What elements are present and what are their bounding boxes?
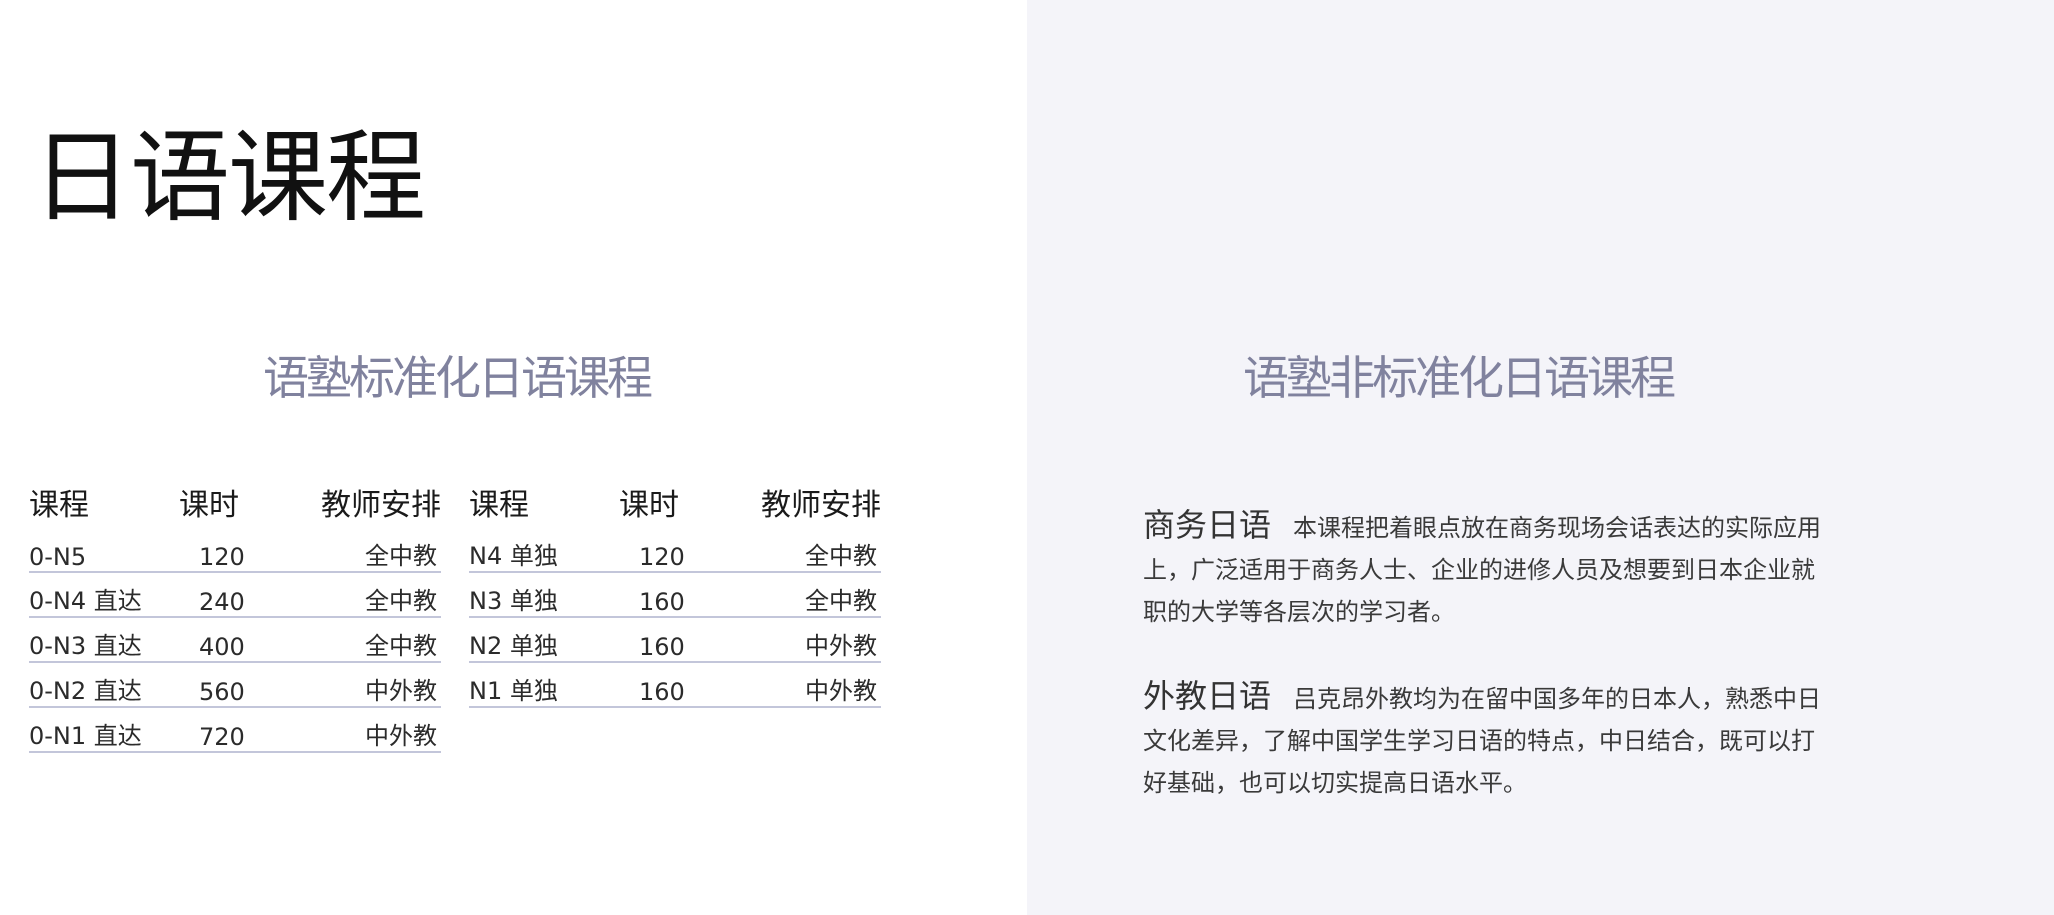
course-name: 0-N2 直达 (29, 662, 179, 708)
table-row: 0-N2 直达 560 中外教 (29, 662, 441, 708)
course-hours: 400 (179, 617, 309, 663)
course-table-single: 课程 课时 教师安排 N4 单独 120 全中教 N3 单独 160 全中教 N… (469, 480, 881, 708)
column-header-course: 课程 (29, 488, 89, 523)
course-name: 0-N1 直达 (29, 707, 179, 753)
course-table-direct: 课程 课时 教师安排 0-N5 120 全中教 0-N4 直达 240 全中教 … (29, 480, 441, 753)
table-row: N3 单独 160 全中教 (469, 572, 881, 618)
native-teacher-japanese-title: 外教日语 (1143, 677, 1272, 715)
column-header-teacher: 教师安排 (321, 488, 441, 523)
course-hours: 160 (619, 572, 749, 618)
teacher-arrangement: 中外教 (309, 707, 441, 753)
table-row: 0-N5 120 全中教 (29, 528, 441, 573)
business-japanese-title: 商务日语 (1143, 506, 1272, 544)
course-name: N1 单独 (469, 662, 619, 708)
course-hours: 720 (179, 707, 309, 753)
nonstandard-courses-heading: 语塾非标准化日语课程 (1243, 351, 1676, 405)
teacher-arrangement: 全中教 (309, 572, 441, 618)
table-row: N1 单独 160 中外教 (469, 662, 881, 708)
teacher-arrangement: 中外教 (749, 662, 881, 708)
teacher-arrangement: 全中教 (749, 528, 881, 573)
column-header-hours: 课时 (179, 488, 239, 523)
course-name: 0-N3 直达 (29, 617, 179, 663)
course-hours: 160 (619, 662, 749, 708)
course-hours: 240 (179, 572, 309, 618)
course-hours: 120 (179, 528, 309, 573)
table-row: 0-N3 直达 400 全中教 (29, 617, 441, 663)
column-header-course: 课程 (469, 488, 529, 523)
teacher-arrangement: 全中教 (309, 617, 441, 663)
page-title: 日语课程 (32, 119, 426, 236)
column-header-hours: 课时 (619, 488, 679, 523)
teacher-arrangement: 全中教 (749, 572, 881, 618)
table-header-row: 课程 课时 教师安排 (29, 480, 441, 528)
business-japanese-description: 商务日语 本课程把着眼点放在商务现场会话表达的实际应用上，广泛适用于商务人士、企业… (1143, 504, 1823, 633)
standard-courses-heading: 语塾标准化日语课程 (263, 351, 653, 405)
native-teacher-japanese-description: 外教日语 吕克昂外教均为在留中国多年的日本人，熟悉中日文化差异，了解中国学生学习日… (1143, 675, 1823, 804)
table-row: 0-N4 直达 240 全中教 (29, 572, 441, 618)
course-name: N4 单独 (469, 528, 619, 573)
teacher-arrangement: 中外教 (749, 617, 881, 663)
table-row: 0-N1 直达 720 中外教 (29, 707, 441, 753)
table-row: N4 单独 120 全中教 (469, 528, 881, 573)
course-name: 0-N4 直达 (29, 572, 179, 618)
teacher-arrangement: 全中教 (309, 528, 441, 573)
table-row: N2 单独 160 中外教 (469, 617, 881, 663)
course-hours: 160 (619, 617, 749, 663)
course-name: N2 单独 (469, 617, 619, 663)
course-hours: 560 (179, 662, 309, 708)
course-hours: 120 (619, 528, 749, 573)
course-name: N3 单独 (469, 572, 619, 618)
column-header-teacher: 教师安排 (761, 488, 881, 523)
teacher-arrangement: 中外教 (309, 662, 441, 708)
course-name: 0-N5 (29, 528, 179, 573)
table-header-row: 课程 课时 教师安排 (469, 480, 881, 528)
